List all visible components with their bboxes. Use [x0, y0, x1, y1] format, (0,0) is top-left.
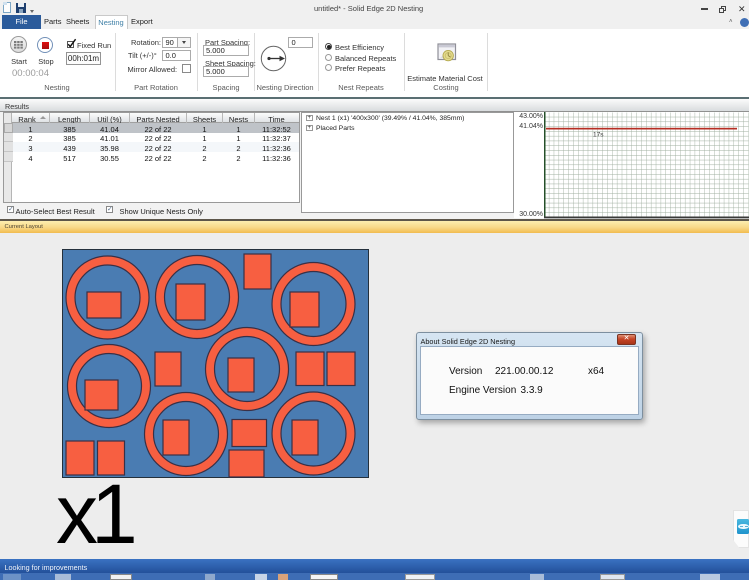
svg-text:17s: 17s	[593, 132, 604, 139]
